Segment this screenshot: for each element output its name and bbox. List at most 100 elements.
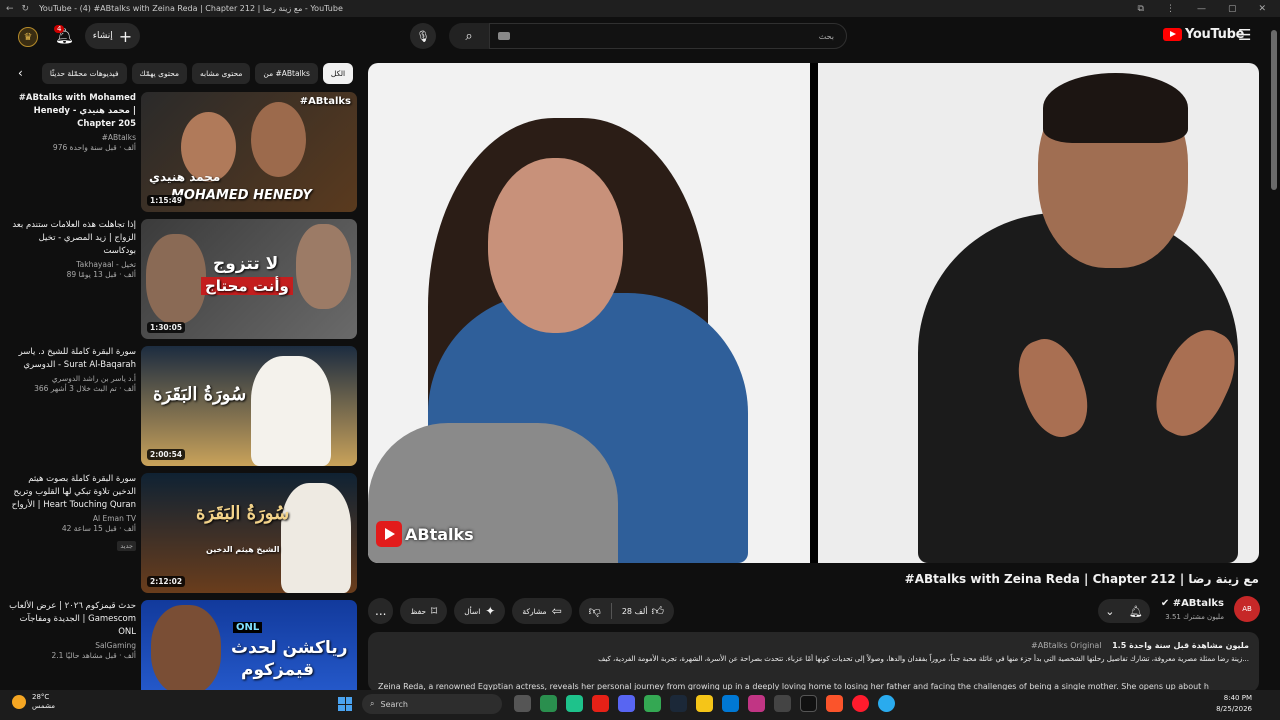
original-tag[interactable]: #ABtalks Original bbox=[1031, 641, 1102, 650]
list-item[interactable]: لا تتزوج وأنت محتاج 1:30:05 إذا تجاهلت ه… bbox=[0, 217, 360, 339]
thumb-text: سُورَةُ البَقَرَة bbox=[153, 384, 247, 405]
video-thumbnail[interactable]: سُورَةُ البَقَرَة 2:00:54 bbox=[141, 346, 357, 466]
outlook-icon[interactable] bbox=[722, 695, 739, 712]
reload-icon[interactable]: ↻ bbox=[22, 4, 30, 14]
youtube-app-icon[interactable] bbox=[592, 695, 609, 712]
create-button[interactable]: إنشاء + bbox=[85, 23, 140, 49]
close-icon[interactable]: ✕ bbox=[1258, 4, 1266, 14]
store-icon[interactable] bbox=[540, 695, 557, 712]
video-title[interactable]: سورة البقرة كاملة بصوت هيثم الدخين تلاوة… bbox=[8, 473, 136, 512]
video-meta: إذا تجاهلت هذه العلامات ستندم بعد الزواج… bbox=[8, 219, 136, 279]
search-icon: ⌕ bbox=[465, 28, 473, 44]
video-thumbnail[interactable]: سُورَةُ البَقَرَة الشيخ هيثم الدخين 2:12… bbox=[141, 473, 357, 593]
video-meta: حدث قيمزكوم ٢٠٢٦ | عرض الألعاب الجديدة و… bbox=[8, 600, 136, 660]
file-explorer-icon[interactable] bbox=[696, 695, 713, 712]
channel-name[interactable]: Takhayaal - تخيل bbox=[8, 260, 136, 269]
opera-icon[interactable] bbox=[852, 695, 869, 712]
video-thumbnail[interactable]: ONL رياكشن لحدث قيمزكوم bbox=[141, 600, 357, 690]
chevron-left-icon[interactable]: ‹ bbox=[18, 66, 23, 80]
description-box[interactable]: #ABtalks Original 1.5 مليون مشاهدة قبل س… bbox=[368, 632, 1259, 692]
back-icon[interactable]: ← bbox=[6, 4, 14, 14]
instagram-icon[interactable] bbox=[748, 695, 765, 712]
channel-name[interactable]: #ABtalks bbox=[8, 133, 136, 142]
video-duration: 2:12:02 bbox=[147, 576, 186, 587]
ask-label: اسأل bbox=[464, 606, 481, 616]
chrome-icon[interactable] bbox=[644, 695, 661, 712]
tiktok-icon[interactable] bbox=[800, 695, 817, 712]
minimize-icon[interactable]: — bbox=[1197, 4, 1206, 14]
dislike-button[interactable]: 👎︎ bbox=[579, 598, 611, 624]
bookmark-icon: ⌑ bbox=[431, 604, 438, 618]
channel-name[interactable]: أ.د ياسر بن راشد الدوسري bbox=[8, 374, 136, 383]
video-thumbnail[interactable]: لا تتزوج وأنت محتاج 1:30:05 bbox=[141, 219, 357, 339]
subscription-bell-button[interactable]: ⌄ 🔔︎ bbox=[1098, 599, 1150, 623]
thumb-text: لا تتزوج bbox=[213, 254, 279, 274]
taskbar-clock[interactable]: 8:40 PM 8/25/2026 bbox=[1216, 693, 1252, 715]
windows-start-icon[interactable] bbox=[338, 697, 352, 711]
discord-icon[interactable] bbox=[618, 695, 635, 712]
like-dislike-group: 👎︎ 28 ألف 👍︎ bbox=[578, 598, 675, 624]
like-button[interactable]: 28 ألف 👍︎ bbox=[612, 598, 674, 624]
video-player[interactable]: ABtalks bbox=[368, 63, 1259, 563]
thumb-text: ONL bbox=[233, 622, 263, 633]
video-stats: 976 ألف · قبل سنة واحدة bbox=[52, 143, 136, 152]
video-title[interactable]: سورة البقرة كاملة للشيخ د. ياسر الدوسري … bbox=[8, 346, 136, 372]
taskbar-search[interactable]: ⌕ Search bbox=[362, 694, 502, 714]
ask-button[interactable]: اسأل ✦ bbox=[454, 598, 506, 624]
video-frame-right bbox=[818, 63, 1259, 563]
menu-dots-icon[interactable]: ⋮ bbox=[1166, 4, 1175, 14]
video-actions: ... حفظ ⌑ اسأل ✦ مشاركة ⇦ 👎︎ 28 ألف 👍︎ bbox=[368, 598, 675, 624]
channel-name[interactable]: ✔︎ #ABtalks bbox=[1161, 598, 1224, 609]
page-scrollbar[interactable] bbox=[1271, 30, 1277, 190]
video-thumbnail[interactable]: #ABtalks محمد هنيدي MOHAMED HENEDY 1:15:… bbox=[141, 92, 357, 212]
keyboard-icon[interactable] bbox=[498, 32, 510, 40]
save-button[interactable]: حفظ ⌑ bbox=[400, 598, 448, 624]
search-button[interactable]: ⌕ bbox=[449, 23, 489, 49]
channel-name[interactable]: SalGaming bbox=[8, 641, 136, 650]
list-item[interactable]: سُورَةُ البَقَرَة الشيخ هيثم الدخين 2:12… bbox=[0, 471, 360, 593]
channel-name-text: #ABtalks bbox=[1172, 598, 1224, 609]
list-item[interactable]: #ABtalks محمد هنيدي MOHAMED HENEDY 1:15:… bbox=[0, 90, 360, 212]
plus-icon: + bbox=[118, 26, 133, 46]
chevron-down-icon: ⌄ bbox=[1105, 604, 1115, 618]
share-label: مشاركة bbox=[522, 606, 547, 616]
video-title[interactable]: إذا تجاهلت هذه العلامات ستندم بعد الزواج… bbox=[8, 219, 136, 258]
video-title[interactable]: حدث قيمزكوم ٢٠٢٦ | عرض الألعاب الجديدة و… bbox=[8, 600, 136, 639]
list-item[interactable]: ONL رياكشن لحدث قيمزكوم حدث قيمزكوم ٢٠٢٦… bbox=[0, 598, 360, 690]
microphone-icon: 🎙︎ bbox=[416, 29, 430, 43]
task-view-icon[interactable] bbox=[514, 695, 531, 712]
voice-search-button[interactable]: 🎙︎ bbox=[410, 23, 436, 49]
telegram-icon[interactable] bbox=[878, 695, 895, 712]
chip-recently-uploaded[interactable]: فيديوهات محمّلة حديثًا bbox=[41, 62, 127, 84]
brave-icon[interactable] bbox=[826, 695, 843, 712]
youtube-logo[interactable]: YouTube bbox=[1163, 27, 1244, 42]
chip-all[interactable]: الكل bbox=[322, 62, 354, 84]
description-arabic: زينة رضا ممثلة مصرية معروفة، تشارك تفاصي… bbox=[598, 655, 1249, 663]
channel-avatar[interactable]: AB bbox=[1234, 596, 1260, 622]
video-duration: 2:00:54 bbox=[147, 449, 186, 460]
account-avatar[interactable]: ♛ bbox=[18, 27, 38, 47]
search-icon: ⌕ bbox=[370, 699, 375, 708]
list-item[interactable]: سُورَةُ البَقَرَة 2:00:54 سورة البقرة كا… bbox=[0, 344, 360, 466]
chip-for-you[interactable]: محتوى يهمّك bbox=[131, 62, 187, 84]
chip-from-channel[interactable]: من #ABtalks bbox=[255, 62, 318, 84]
maximize-icon[interactable]: ▢ bbox=[1228, 4, 1237, 14]
weather-widget[interactable]: 28°C مشمس bbox=[12, 693, 55, 711]
channel-name[interactable]: Al Eman TV bbox=[8, 514, 136, 523]
window-title: YouTube - (4) #ABtalks with Zeina Reda |… bbox=[39, 4, 343, 13]
settings-icon[interactable] bbox=[774, 695, 791, 712]
guide-menu-icon[interactable]: ☰ bbox=[1238, 26, 1251, 44]
video-stats: 2.1 ألف · قبل مشاهد حاليًا bbox=[51, 651, 136, 660]
chip-related[interactable]: محتوى مشابه bbox=[192, 62, 251, 84]
sun-icon bbox=[12, 695, 26, 709]
steam-icon[interactable] bbox=[670, 695, 687, 712]
video-meta: سورة البقرة كاملة بصوت هيثم الدخين تلاوة… bbox=[8, 473, 136, 552]
video-stats: 89 ألف · قبل 13 يومًا bbox=[66, 270, 136, 279]
video-stats: 42 ألف · قبل 15 ساعة bbox=[61, 524, 136, 533]
extensions-icon[interactable]: ⧉ bbox=[1138, 4, 1144, 14]
more-actions-button[interactable]: ... bbox=[368, 598, 394, 624]
share-button[interactable]: مشاركة ⇦ bbox=[512, 598, 572, 624]
search-input[interactable]: بحث bbox=[489, 23, 847, 49]
video-title[interactable]: #ABtalks with Mohamed Henedy - محمد هنيد… bbox=[8, 92, 136, 131]
chatgpt-icon[interactable] bbox=[566, 695, 583, 712]
